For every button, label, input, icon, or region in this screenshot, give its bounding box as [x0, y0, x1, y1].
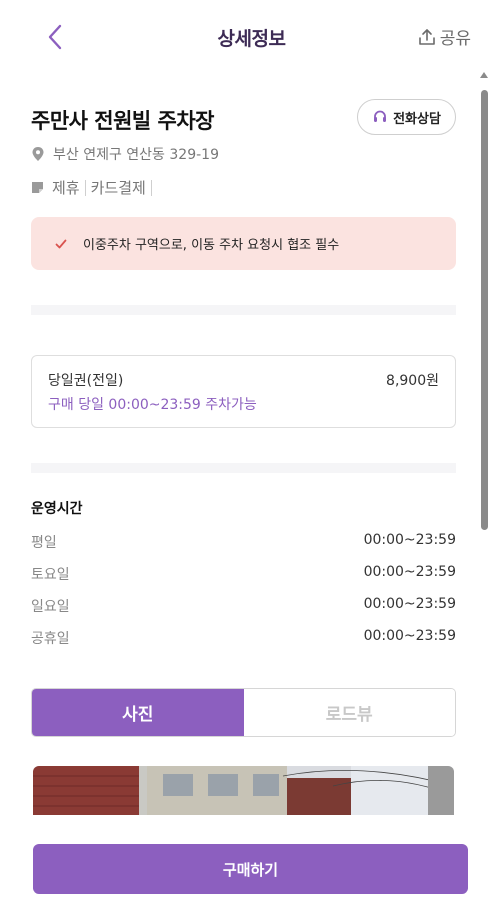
location-pin-icon — [32, 147, 44, 161]
parking-lot-photo[interactable] — [33, 766, 454, 815]
scroll-up-arrow-icon[interactable] — [480, 72, 488, 78]
hours-row-weekday: 평일 00:00~23:59 — [31, 532, 456, 552]
ticket-card[interactable]: 당일권(전일) 8,900원 구매 당일 00:00~23:59 주차가능 — [31, 355, 456, 428]
hours-time: 00:00~23:59 — [363, 628, 456, 644]
share-label: 공유 — [439, 29, 471, 49]
check-icon — [55, 239, 67, 248]
share-button[interactable]: 공유 — [418, 24, 471, 49]
address-row: 부산 연제구 연산동 329-19 — [31, 144, 219, 164]
headset-icon — [374, 110, 387, 122]
feature-tags: 제휴 카드결제 — [31, 177, 157, 198]
tag-icon — [32, 182, 43, 193]
hours-time: 00:00~23:59 — [363, 532, 456, 548]
tag-card-payment: 카드결제 — [90, 179, 146, 197]
tag-separator — [84, 179, 86, 196]
share-icon — [418, 28, 435, 45]
hours-day: 공휴일 — [31, 631, 70, 647]
street-photo-image — [33, 766, 454, 815]
hours-row-holiday: 공휴일 00:00~23:59 — [31, 628, 456, 648]
operating-hours-title: 운영시간 — [31, 501, 83, 517]
photo-tab-switcher: 사진 로드뷰 — [31, 688, 456, 737]
parking-lot-name: 주만사 전원빌 주차장 — [31, 109, 215, 133]
notice-text: 이중주차 구역으로, 이동 주차 요청시 협조 필수 — [83, 238, 340, 253]
hours-row-saturday: 토요일 00:00~23:59 — [31, 564, 456, 584]
hours-time: 00:00~23:59 — [363, 596, 456, 612]
hours-day: 평일 — [31, 535, 57, 551]
ticket-name: 당일권(전일) — [48, 373, 124, 389]
tag-separator — [150, 179, 152, 196]
detail-scroll-area[interactable]: 주만사 전원빌 주차장 전화상담 부산 연제구 연산동 329-19 제휴 카드… — [0, 70, 476, 815]
tab-photo[interactable]: 사진 — [32, 689, 244, 736]
tag-partner: 제휴 — [52, 179, 80, 197]
parking-notice: 이중주차 구역으로, 이동 주차 요청시 협조 필수 — [31, 217, 456, 270]
call-consult-label: 전화상담 — [393, 111, 441, 127]
section-divider — [31, 305, 456, 315]
call-consult-button[interactable]: 전화상담 — [357, 99, 456, 135]
purchase-button[interactable]: 구매하기 — [33, 844, 468, 894]
hours-row-sunday: 일요일 00:00~23:59 — [31, 596, 456, 616]
ticket-description: 구매 당일 00:00~23:59 주차가능 — [48, 397, 257, 413]
bottom-action-bar: 구매하기 — [0, 815, 503, 906]
hours-day: 일요일 — [31, 599, 70, 615]
app-header: 상세정보 공유 — [0, 0, 503, 70]
hours-day: 토요일 — [31, 567, 70, 583]
tab-roadview[interactable]: 로드뷰 — [243, 689, 455, 736]
section-divider — [31, 463, 456, 473]
address-text: 부산 연제구 연산동 329-19 — [53, 147, 219, 163]
hours-time: 00:00~23:59 — [363, 564, 456, 580]
scrollbar-thumb[interactable] — [481, 90, 488, 530]
ticket-price: 8,900원 — [386, 373, 439, 389]
